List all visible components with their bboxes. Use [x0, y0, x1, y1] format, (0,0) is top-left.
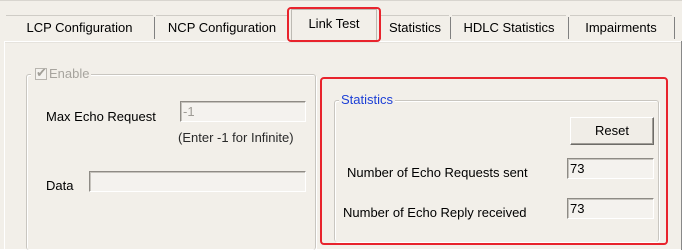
tab-impairments[interactable]: Impairments — [570, 15, 672, 41]
statistics-legend: Statistics — [339, 92, 396, 108]
echo-requests-sent-value: 73 — [567, 158, 654, 179]
tab-panel-left-edge — [4, 41, 5, 250]
link-test-dialog: LCP Configuration NCP Configuration Link… — [0, 0, 682, 250]
reset-button[interactable]: Reset — [570, 117, 654, 145]
enable-label: Enable — [49, 66, 90, 81]
tab-separator — [450, 17, 451, 39]
max-echo-request-label: Max Echo Request — [46, 109, 156, 124]
tab-hdlc-statistics[interactable]: HDLC Statistics — [452, 15, 566, 41]
tab-lcp-configuration[interactable]: LCP Configuration — [6, 15, 153, 41]
echo-reply-received-value: 73 — [567, 198, 654, 219]
max-echo-request-input[interactable]: -1 — [180, 101, 306, 122]
data-label: Data — [46, 178, 74, 193]
echo-requests-sent-label: Number of Echo Requests sent — [347, 165, 528, 180]
tab-separator — [568, 17, 569, 39]
max-echo-hint: (Enter -1 for Infinite) — [178, 130, 294, 145]
echo-reply-received-label: Number of Echo Reply received — [343, 205, 527, 220]
enable-checkbox[interactable]: ✔ — [35, 65, 47, 80]
data-input[interactable] — [89, 171, 306, 192]
tab-separator — [154, 17, 155, 39]
tab-ncp-configuration[interactable]: NCP Configuration — [156, 15, 288, 41]
tab-statistics[interactable]: Statistics — [381, 15, 449, 41]
checkmark-icon: ✔ — [36, 65, 47, 80]
tab-separator — [674, 17, 675, 39]
link-test-tab-highlight — [287, 7, 381, 42]
tab-panel-top-shadow — [4, 42, 682, 43]
